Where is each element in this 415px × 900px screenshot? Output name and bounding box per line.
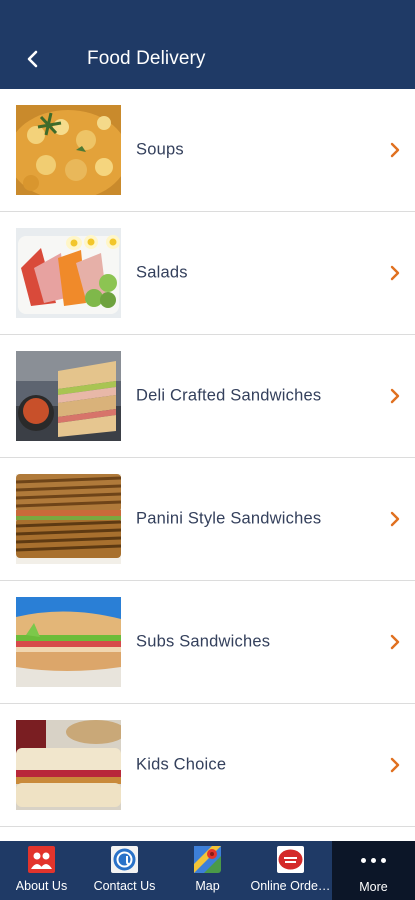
chevron-right-icon	[390, 511, 400, 527]
list-item-subs-sandwiches[interactable]: Subs Sandwiches	[0, 581, 415, 704]
tab-label: Online Order...	[250, 879, 331, 893]
salad-photo	[16, 228, 121, 318]
more-dots-icon	[361, 851, 386, 869]
tab-more[interactable]: More	[332, 841, 415, 900]
soup-photo	[16, 105, 121, 195]
tab-label: About Us	[15, 879, 68, 893]
tab-label: Contact Us	[93, 879, 156, 893]
panini-photo	[16, 474, 121, 564]
chevron-right-icon	[390, 634, 400, 650]
tab-label: More	[359, 880, 388, 894]
tab-contact-us[interactable]: Contact Us	[83, 841, 166, 900]
deli-sandwich-photo	[16, 351, 121, 441]
list-item-deli-crafted-sandwiches[interactable]: Deli Crafted Sandwiches	[0, 335, 415, 458]
chevron-left-icon	[27, 50, 38, 68]
tab-about-us[interactable]: About Us	[0, 841, 83, 900]
list-item-kids-choice[interactable]: Kids Choice	[0, 704, 415, 827]
tab-map[interactable]: Map	[166, 841, 249, 900]
list-item-label: Panini Style Sandwiches	[136, 509, 322, 528]
list-item-label: Deli Crafted Sandwiches	[136, 386, 322, 405]
tab-label: Map	[195, 879, 220, 893]
category-list: Soups Salads Deli Crafted Sandwiches Pan…	[0, 89, 415, 827]
list-item-label: Subs Sandwiches	[136, 632, 271, 651]
people-icon	[28, 846, 55, 873]
list-item-salads[interactable]: Salads	[0, 212, 415, 335]
contact-icon	[111, 846, 138, 873]
chevron-right-icon	[390, 265, 400, 281]
map-icon	[194, 846, 221, 873]
tab-online-order[interactable]: Online Order...	[249, 841, 332, 900]
bottom-tab-bar: About Us Contact Us Map Online Order...	[0, 841, 415, 900]
chevron-right-icon	[390, 142, 400, 158]
list-item-label: Soups	[136, 140, 184, 159]
kids-sandwich-photo	[16, 720, 121, 810]
list-item-label: Kids Choice	[136, 755, 227, 774]
list-item-label: Salads	[136, 263, 188, 282]
chevron-right-icon	[390, 388, 400, 404]
app-header: Food Delivery	[0, 0, 415, 89]
back-button[interactable]	[18, 44, 48, 74]
page-title: Food Delivery	[87, 48, 206, 69]
list-item-panini-style-sandwiches[interactable]: Panini Style Sandwiches	[0, 458, 415, 581]
online-order-icon	[277, 846, 304, 873]
chevron-right-icon	[390, 757, 400, 773]
sub-sandwich-photo	[16, 597, 121, 687]
list-item-soups[interactable]: Soups	[0, 89, 415, 212]
